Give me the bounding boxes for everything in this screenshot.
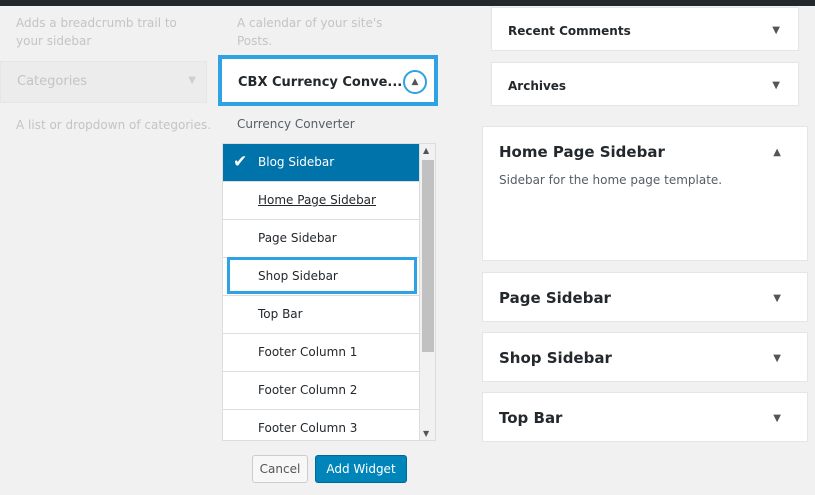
shop-sidebar-title: Shop Sidebar — [499, 349, 612, 367]
cbx-currency-converter-widget[interactable]: CBX Currency Conve... ▲ — [218, 55, 438, 106]
sidebar-option-footer-column-3[interactable]: Footer Column 3 — [223, 410, 419, 440]
sidebar-option-label: Blog Sidebar — [258, 155, 335, 169]
home-page-sidebar-description: Sidebar for the home page template. — [499, 173, 723, 187]
sidebar-option-footer-column-1[interactable]: Footer Column 1 — [223, 334, 419, 372]
scroll-up-icon[interactable]: ▲ — [423, 146, 429, 155]
sidebar-option-home-page-sidebar[interactable]: Home Page Sidebar — [223, 182, 419, 220]
collapse-widget-icon[interactable]: ▲ — [403, 70, 427, 94]
categories-widget-description: A list or dropdown of categories. — [16, 118, 212, 132]
sidebar-option-label: Footer Column 2 — [258, 383, 358, 397]
chevron-up-icon[interactable]: ▲ — [773, 147, 781, 158]
recent-comments-widget[interactable]: Recent Comments ▼ — [491, 7, 799, 51]
sidebar-option-shop-sidebar[interactable]: Shop Sidebar — [223, 258, 419, 296]
cancel-button[interactable]: Cancel — [252, 455, 308, 483]
breadcrumb-widget-description: Adds a breadcrumb trail to your sidebar — [16, 16, 177, 48]
sidebar-option-label: Page Sidebar — [258, 231, 337, 245]
add-widget-button[interactable]: Add Widget — [315, 455, 407, 483]
top-bar-title: Top Bar — [499, 409, 563, 427]
categories-widget-title: Categories — [17, 74, 88, 89]
chevron-down-icon[interactable]: ▼ — [773, 353, 781, 364]
list-scrollbar[interactable]: ▲ ▼ — [419, 144, 435, 440]
chevron-down-icon: ▼ — [188, 75, 196, 86]
page-sidebar-panel[interactable]: Page Sidebar ▼ — [482, 272, 808, 322]
chevron-down-icon[interactable]: ▼ — [772, 25, 780, 36]
calendar-widget-description: A calendar of your site's Posts. — [237, 16, 383, 48]
archives-title: Archives — [508, 79, 567, 93]
sidebar-option-label: Footer Column 1 — [258, 345, 358, 359]
chevron-down-icon[interactable]: ▼ — [772, 80, 780, 91]
sidebar-option-label: Home Page Sidebar — [258, 193, 376, 207]
recent-comments-title: Recent Comments — [508, 24, 631, 38]
scrollbar-thumb[interactable] — [422, 160, 434, 352]
widget-title: CBX Currency Conve... — [238, 75, 403, 90]
page-sidebar-title: Page Sidebar — [499, 289, 611, 307]
chevron-down-icon[interactable]: ▼ — [773, 293, 781, 304]
archives-widget[interactable]: Archives ▼ — [491, 62, 799, 106]
sidebar-option-top-bar[interactable]: Top Bar — [223, 296, 419, 334]
sidebar-option-label: Top Bar — [258, 307, 303, 321]
sidebar-option-label: Shop Sidebar — [258, 269, 338, 283]
home-page-sidebar-title: Home Page Sidebar — [499, 143, 665, 161]
top-bar-panel[interactable]: Top Bar ▼ — [482, 392, 808, 442]
checkmark-icon: ✔ — [233, 152, 248, 172]
chevron-down-icon[interactable]: ▼ — [773, 413, 781, 424]
admin-top-bar — [0, 0, 815, 6]
sidebar-option-blog-sidebar[interactable]: ✔ Blog Sidebar — [223, 144, 419, 182]
widget-subtitle: Currency Converter — [237, 117, 355, 131]
sidebar-option-label: Footer Column 3 — [258, 421, 358, 435]
scroll-down-icon[interactable]: ▼ — [423, 429, 429, 438]
sidebar-chooser-list[interactable]: ✔ Blog Sidebar Home Page Sidebar Page Si… — [222, 143, 436, 441]
shop-sidebar-panel[interactable]: Shop Sidebar ▼ — [482, 332, 808, 382]
sidebar-option-footer-column-2[interactable]: Footer Column 2 — [223, 372, 419, 410]
categories-widget[interactable]: Categories ▼ — [0, 61, 207, 103]
home-page-sidebar-panel[interactable]: Home Page Sidebar ▲ Sidebar for the home… — [482, 126, 808, 261]
sidebar-option-page-sidebar[interactable]: Page Sidebar — [223, 220, 419, 258]
